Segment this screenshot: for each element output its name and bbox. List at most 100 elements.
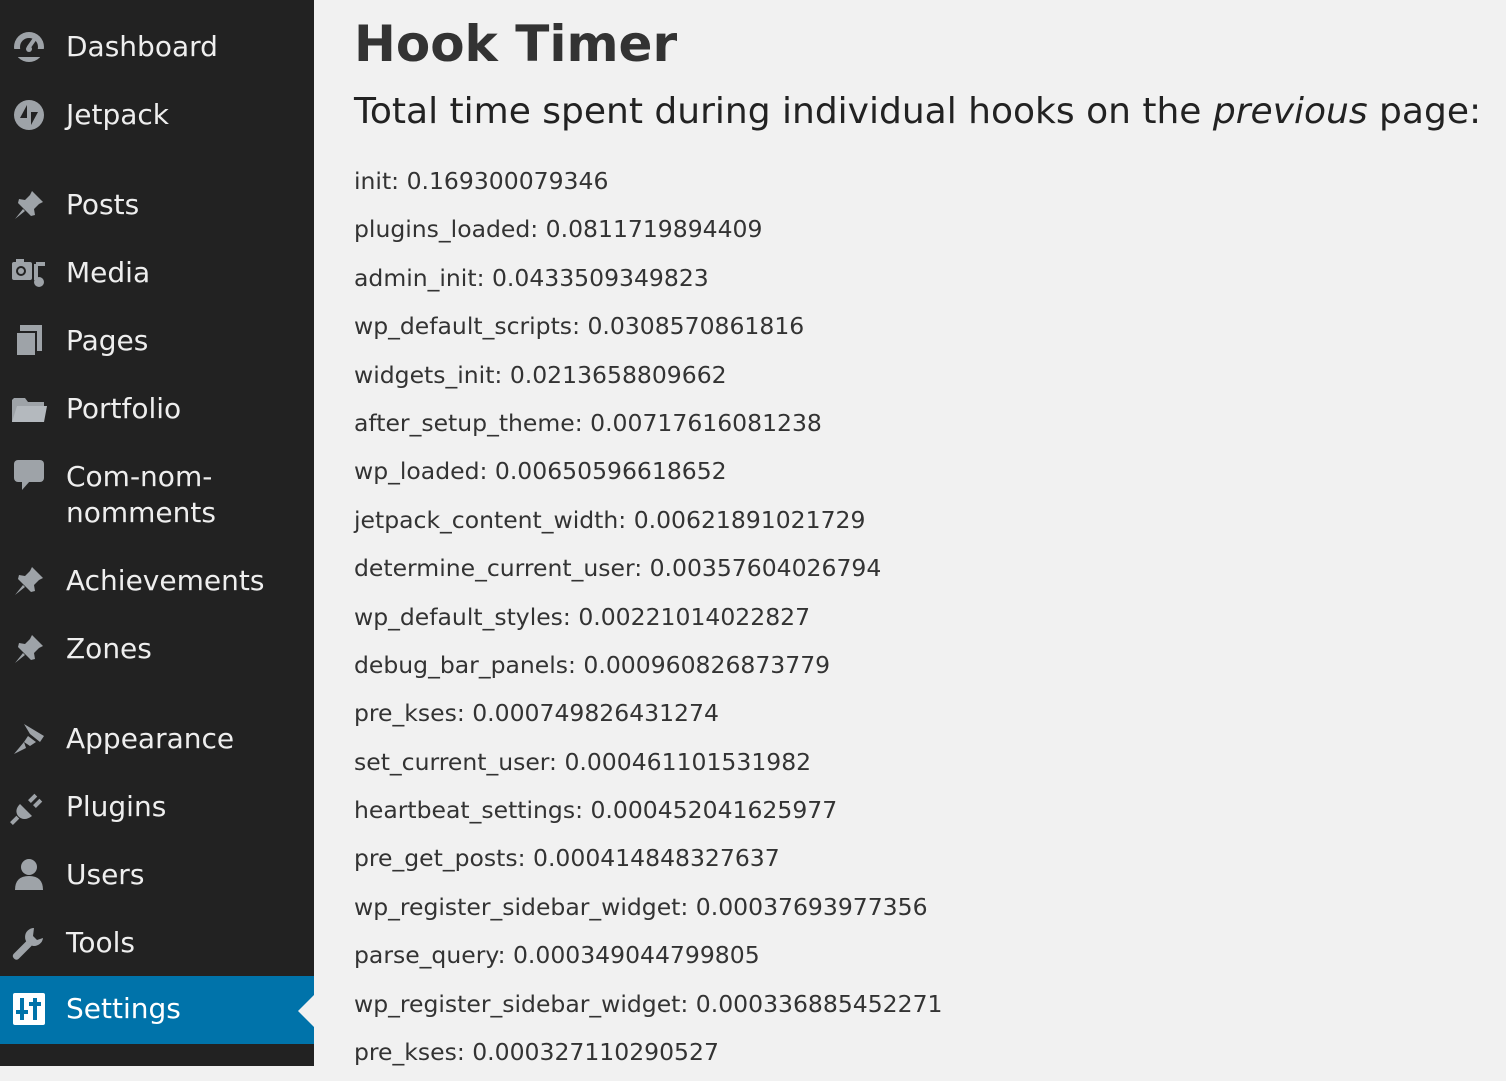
sidebar-item-label: Posts	[66, 188, 140, 221]
hook-name: after_setup_theme	[354, 408, 575, 437]
hook-timing-row: wp_loaded: 0.00650596618652	[354, 457, 727, 486]
sidebar-item-label: Appearance	[66, 722, 235, 755]
hook-name: determine_current_user	[354, 554, 635, 583]
hook-time: 0.0811719894409	[545, 215, 763, 244]
pushpin-icon	[10, 562, 48, 600]
dashboard-icon	[10, 28, 48, 66]
hook-timing-row: determine_current_user: 0.00357604026794	[354, 554, 882, 583]
page-title: Hook Timer	[354, 15, 678, 73]
media-icon	[10, 254, 48, 292]
sidebar-item-users[interactable]: Users	[0, 842, 314, 908]
hook-timing-row: plugins_loaded: 0.0811719894409	[354, 215, 763, 244]
sidebar-item-label: Media	[66, 256, 151, 289]
hook-time: 0.00357604026794	[649, 554, 882, 583]
paintbrush-icon	[10, 720, 48, 758]
hook-time: 0.0433509349823	[491, 263, 709, 292]
settings-sliders-icon	[10, 990, 48, 1028]
hook-name: pre_kses	[354, 699, 457, 728]
hook-time: 0.00621891021729	[633, 505, 866, 534]
hook-name: heartbeat_settings	[354, 796, 576, 825]
sidebar-item-jetpack[interactable]: Jetpack	[0, 82, 314, 148]
page-subtitle: Total time spent during individual hooks…	[354, 88, 1481, 136]
hook-time: 0.000461101531982	[564, 747, 812, 776]
hook-timing-row: debug_bar_panels: 0.000960826873779	[354, 650, 831, 679]
hook-name: wp_default_scripts	[354, 312, 573, 341]
hook-name: wp_loaded	[354, 457, 480, 486]
hook-name: debug_bar_panels	[354, 650, 569, 679]
hook-timing-row: heartbeat_settings: 0.000452041625977	[354, 796, 838, 825]
wrench-icon	[10, 924, 48, 962]
hook-timing-row: admin_init: 0.0433509349823	[354, 263, 709, 292]
sidebar-item-portfolio[interactable]: Portfolio	[0, 376, 314, 442]
hook-time: 0.00221014022827	[578, 602, 811, 631]
sidebar-item-dashboard[interactable]: Dashboard	[0, 14, 314, 80]
folder-icon	[10, 390, 48, 428]
comment-icon	[10, 456, 48, 494]
sidebar-item-label: Dashboard	[66, 30, 218, 63]
sidebar-item-label: Plugins	[66, 790, 167, 823]
hook-name: init	[354, 167, 392, 195]
hook-time: 0.0213658809662	[509, 360, 727, 389]
sidebar-item-com-nom-nomments[interactable]: Com-nom- nomments	[0, 444, 314, 546]
hook-time: 0.000327110290527	[472, 1038, 719, 1067]
hook-name: set_current_user	[354, 747, 550, 776]
hook-timing-row: wp_register_sidebar_widget: 0.0003368854…	[354, 989, 943, 1018]
jetpack-icon	[10, 96, 48, 134]
sidebar-item-zones[interactable]: Zones	[0, 616, 314, 682]
hook-time: 0.000414848327637	[533, 844, 780, 873]
sidebar-item-achievements[interactable]: Achievements	[0, 548, 314, 614]
sidebar-item-label: Settings	[66, 992, 181, 1025]
hook-name: pre_kses	[354, 1038, 457, 1067]
hook-timing-row: jetpack_content_width: 0.00621891021729	[354, 505, 866, 534]
hook-time: 0.000749826431274	[472, 699, 719, 728]
hook-timing-row: init: 0.169300079346	[354, 167, 609, 195]
sidebar-item-label: Com-nom- nomments	[66, 460, 216, 529]
hook-name: pre_get_posts	[354, 844, 518, 873]
hook-timing-row: parse_query: 0.000349044799805	[354, 941, 760, 970]
hook-time: 0.00037693977356	[695, 892, 928, 921]
pushpin-icon	[10, 186, 48, 224]
hook-timing-row: set_current_user: 0.000461101531982	[354, 747, 812, 776]
sidebar-item-label: Tools	[66, 926, 135, 959]
hook-time: 0.000960826873779	[583, 650, 831, 679]
hook-timing-row: after_setup_theme: 0.00717616081238	[354, 408, 822, 437]
sidebar-item-appearance[interactable]: Appearance	[0, 706, 314, 772]
pushpin-icon	[10, 630, 48, 668]
sidebar-item-label: Jetpack	[66, 98, 170, 131]
sidebar-item-settings[interactable]: Settings	[0, 976, 314, 1044]
sidebar-item-label: Pages	[66, 324, 149, 357]
sidebar-item-pages[interactable]: Pages	[0, 308, 314, 374]
hook-name: widgets_init	[354, 360, 495, 389]
hook-timing-row: pre_kses: 0.000749826431274	[354, 699, 719, 728]
hook-name: admin_init	[354, 263, 477, 292]
sidebar-item-tools[interactable]: Tools	[0, 910, 314, 976]
pages-icon	[10, 322, 48, 360]
hook-name: wp_register_sidebar_widget	[354, 892, 681, 921]
hook-timing-list: init: 0.169300079346 plugins_loaded: 0.08…	[354, 162, 943, 1081]
sidebar-item-label: Portfolio	[66, 392, 182, 425]
hook-time: 0.00717616081238	[590, 408, 822, 437]
hook-time: 0.169300079346	[406, 167, 609, 195]
subtitle-text-end: page:	[1367, 91, 1482, 132]
admin-sidebar: Dashboard Jetpack Posts Media Pages Portfolio…	[0, 0, 314, 1066]
hook-time: 0.000452041625977	[590, 796, 838, 825]
hook-timing-row: widgets_init: 0.0213658809662	[354, 360, 727, 389]
hook-name: wp_default_styles	[354, 602, 563, 631]
hook-timing-row: pre_kses: 0.000327110290527	[354, 1038, 719, 1067]
hook-time: 0.00650596618652	[494, 457, 727, 486]
sidebar-item-plugins[interactable]: Plugins	[0, 774, 314, 840]
hook-name: wp_register_sidebar_widget	[354, 989, 681, 1018]
hook-time: 0.0308570861816	[587, 312, 805, 341]
sidebar-item-label: Achievements	[66, 564, 265, 597]
hook-name: plugins_loaded	[354, 215, 531, 244]
subtitle-text: Total time spent during individual hooks…	[354, 91, 1213, 132]
sidebar-item-media[interactable]: Media	[0, 240, 314, 306]
hook-timing-row: pre_get_posts: 0.000414848327637	[354, 844, 780, 873]
hook-timing-row: wp_register_sidebar_widget: 0.0003769397…	[354, 892, 928, 921]
sidebar-item-posts[interactable]: Posts	[0, 172, 314, 238]
sidebar-item-label: Users	[66, 858, 145, 891]
hook-time: 0.000349044799805	[512, 941, 760, 970]
hook-time: 0.000336885452271	[695, 989, 943, 1018]
user-icon	[10, 856, 48, 894]
subtitle-emphasis: previous	[1212, 91, 1368, 132]
